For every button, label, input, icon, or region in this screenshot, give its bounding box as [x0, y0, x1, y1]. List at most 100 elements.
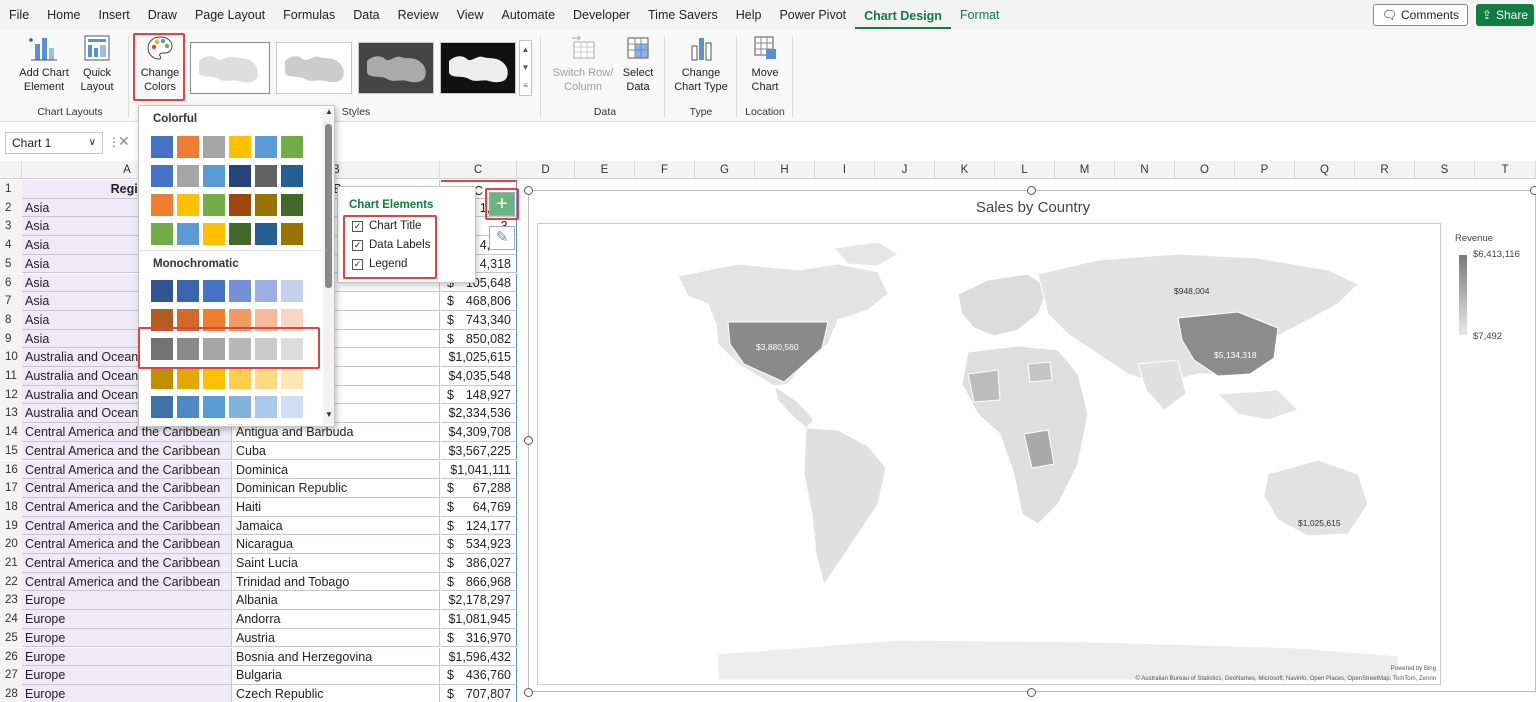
resize-handle[interactable] [524, 186, 533, 195]
cell-revenue[interactable]: $386,027 [441, 554, 517, 573]
col-header-o[interactable]: O [1175, 161, 1235, 179]
resize-handle[interactable] [524, 436, 533, 445]
cell-revenue[interactable]: $436,760 [441, 666, 517, 685]
cell-country[interactable]: Austria [233, 628, 440, 648]
monochromatic-palette-swatch[interactable] [151, 367, 173, 389]
tab-developer[interactable]: Developer [564, 0, 639, 30]
share-button[interactable]: ⇪ Share [1475, 4, 1534, 26]
cell-region[interactable]: Europe [22, 684, 232, 702]
col-header-f[interactable]: F [635, 161, 695, 179]
row-header[interactable]: 27 [0, 666, 22, 685]
cell-revenue[interactable]: $148,927 [441, 385, 517, 405]
colorful-palette-swatch[interactable] [229, 165, 251, 187]
row-header[interactable]: 16 [0, 460, 22, 480]
monochromatic-palette-swatch[interactable] [281, 280, 303, 302]
tab-insert[interactable]: Insert [90, 0, 139, 30]
colorful-palette-swatch[interactable] [203, 165, 225, 187]
cell-country[interactable]: Czech Republic [233, 684, 440, 702]
row-header[interactable]: 20 [0, 535, 22, 554]
select-data-button[interactable]: Select Data [618, 34, 658, 94]
row-header[interactable]: 7 [0, 292, 22, 311]
row-header[interactable]: 24 [0, 610, 22, 629]
colorful-palette-swatch[interactable] [151, 194, 173, 216]
cell-revenue[interactable]: $468,806 [441, 292, 517, 311]
col-header-q[interactable]: Q [1295, 161, 1355, 179]
colorful-palette-swatch[interactable] [255, 165, 277, 187]
row-header[interactable]: 1 [0, 180, 22, 199]
cell-country[interactable]: Trinidad and Tobago [233, 572, 440, 592]
scroll-thumb[interactable] [325, 124, 332, 288]
cell-region[interactable]: Europe [22, 647, 232, 667]
tab-format[interactable]: Format [951, 0, 1009, 30]
col-header-d[interactable]: D [517, 161, 575, 179]
colorful-palette-swatch[interactable] [255, 136, 277, 158]
col-header-t[interactable]: T [1475, 161, 1536, 179]
chart-style-2[interactable] [276, 42, 352, 94]
cell-region[interactable]: Central America and the Caribbean [22, 572, 232, 592]
row-header[interactable]: 11 [0, 367, 22, 386]
row-header[interactable]: 5 [0, 254, 22, 274]
monochromatic-palette-swatch[interactable] [255, 396, 277, 418]
colorful-palette-swatch[interactable] [229, 194, 251, 216]
cell-country[interactable]: Bulgaria [233, 666, 440, 685]
resize-handle[interactable] [1530, 186, 1536, 195]
cell-revenue[interactable]: $1,081,945 [441, 610, 517, 629]
add-chart-element-button[interactable]: Add Chart Element [14, 34, 74, 94]
colorful-palette-swatch[interactable] [203, 223, 225, 245]
row-header[interactable]: 21 [0, 554, 22, 573]
colorful-palette-swatch[interactable] [281, 136, 303, 158]
tab-time-savers[interactable]: Time Savers [639, 0, 727, 30]
row-header[interactable]: 3 [0, 217, 22, 237]
tab-automate[interactable]: Automate [493, 0, 565, 30]
chart-title[interactable]: Sales by Country [529, 199, 1536, 216]
row-header[interactable]: 18 [0, 497, 22, 517]
colorful-palette-swatch[interactable] [177, 165, 199, 187]
row-header[interactable]: 12 [0, 385, 22, 405]
data-label-china[interactable]: $5,134,318 [1214, 350, 1257, 360]
cell-country[interactable]: Saint Lucia [233, 554, 440, 573]
cell-region[interactable]: Central America and the Caribbean [22, 516, 232, 536]
cell-revenue[interactable]: $534,923 [441, 535, 517, 554]
tab-home[interactable]: Home [38, 0, 89, 30]
cell-country[interactable]: Cuba [233, 441, 440, 461]
chart-style-4[interactable] [440, 42, 516, 94]
col-header-k[interactable]: K [935, 161, 995, 179]
cell-revenue[interactable]: $866,968 [441, 572, 517, 592]
resize-handle[interactable] [1027, 688, 1036, 697]
row-header[interactable]: 23 [0, 591, 22, 611]
col-header-h[interactable]: H [755, 161, 815, 179]
monochromatic-palette-swatch[interactable] [177, 367, 199, 389]
cell-revenue[interactable]: $64,769 [441, 497, 517, 517]
cell-region[interactable]: Central America and the Caribbean [22, 479, 232, 498]
cell-region[interactable]: Central America and the Caribbean [22, 497, 232, 517]
col-header-l[interactable]: L [995, 161, 1055, 179]
cell-region[interactable]: Europe [22, 591, 232, 611]
row-header[interactable]: 28 [0, 684, 22, 702]
scroll-up-icon[interactable]: ▲ [325, 107, 333, 116]
cell-revenue[interactable]: $2,334,536 [441, 404, 517, 424]
styles-scroll[interactable]: ▲ ▼ ≡ [519, 40, 532, 96]
cell-revenue[interactable]: $1,041,111 [441, 460, 517, 480]
cell-revenue[interactable]: $3,567,225 [441, 441, 517, 461]
monochromatic-palette-swatch[interactable] [255, 280, 277, 302]
resize-handle[interactable] [524, 688, 533, 697]
resize-handle[interactable] [1027, 186, 1036, 195]
colorful-palette-swatch[interactable] [151, 136, 173, 158]
colorful-palette-swatch[interactable] [255, 194, 277, 216]
cell-region[interactable]: Central America and the Caribbean [22, 441, 232, 461]
name-box[interactable]: Chart 1 ∨ [5, 132, 103, 154]
col-header-r[interactable]: R [1355, 161, 1415, 179]
move-chart-button[interactable]: Move Chart [744, 34, 786, 94]
tab-help[interactable]: Help [727, 0, 771, 30]
colorful-palette-swatch[interactable] [281, 194, 303, 216]
chart-style-1[interactable] [190, 42, 270, 94]
cell-region[interactable]: Central America and the Caribbean [22, 554, 232, 573]
row-header[interactable]: 6 [0, 273, 22, 293]
col-header-m[interactable]: M [1055, 161, 1115, 179]
cell-revenue[interactable]: $743,340 [441, 310, 517, 330]
row-header[interactable]: 14 [0, 423, 22, 442]
monochromatic-palette-swatch[interactable] [281, 367, 303, 389]
col-header-p[interactable]: P [1235, 161, 1295, 179]
colorful-palette-swatch[interactable] [203, 194, 225, 216]
colorful-palette-swatch[interactable] [177, 223, 199, 245]
